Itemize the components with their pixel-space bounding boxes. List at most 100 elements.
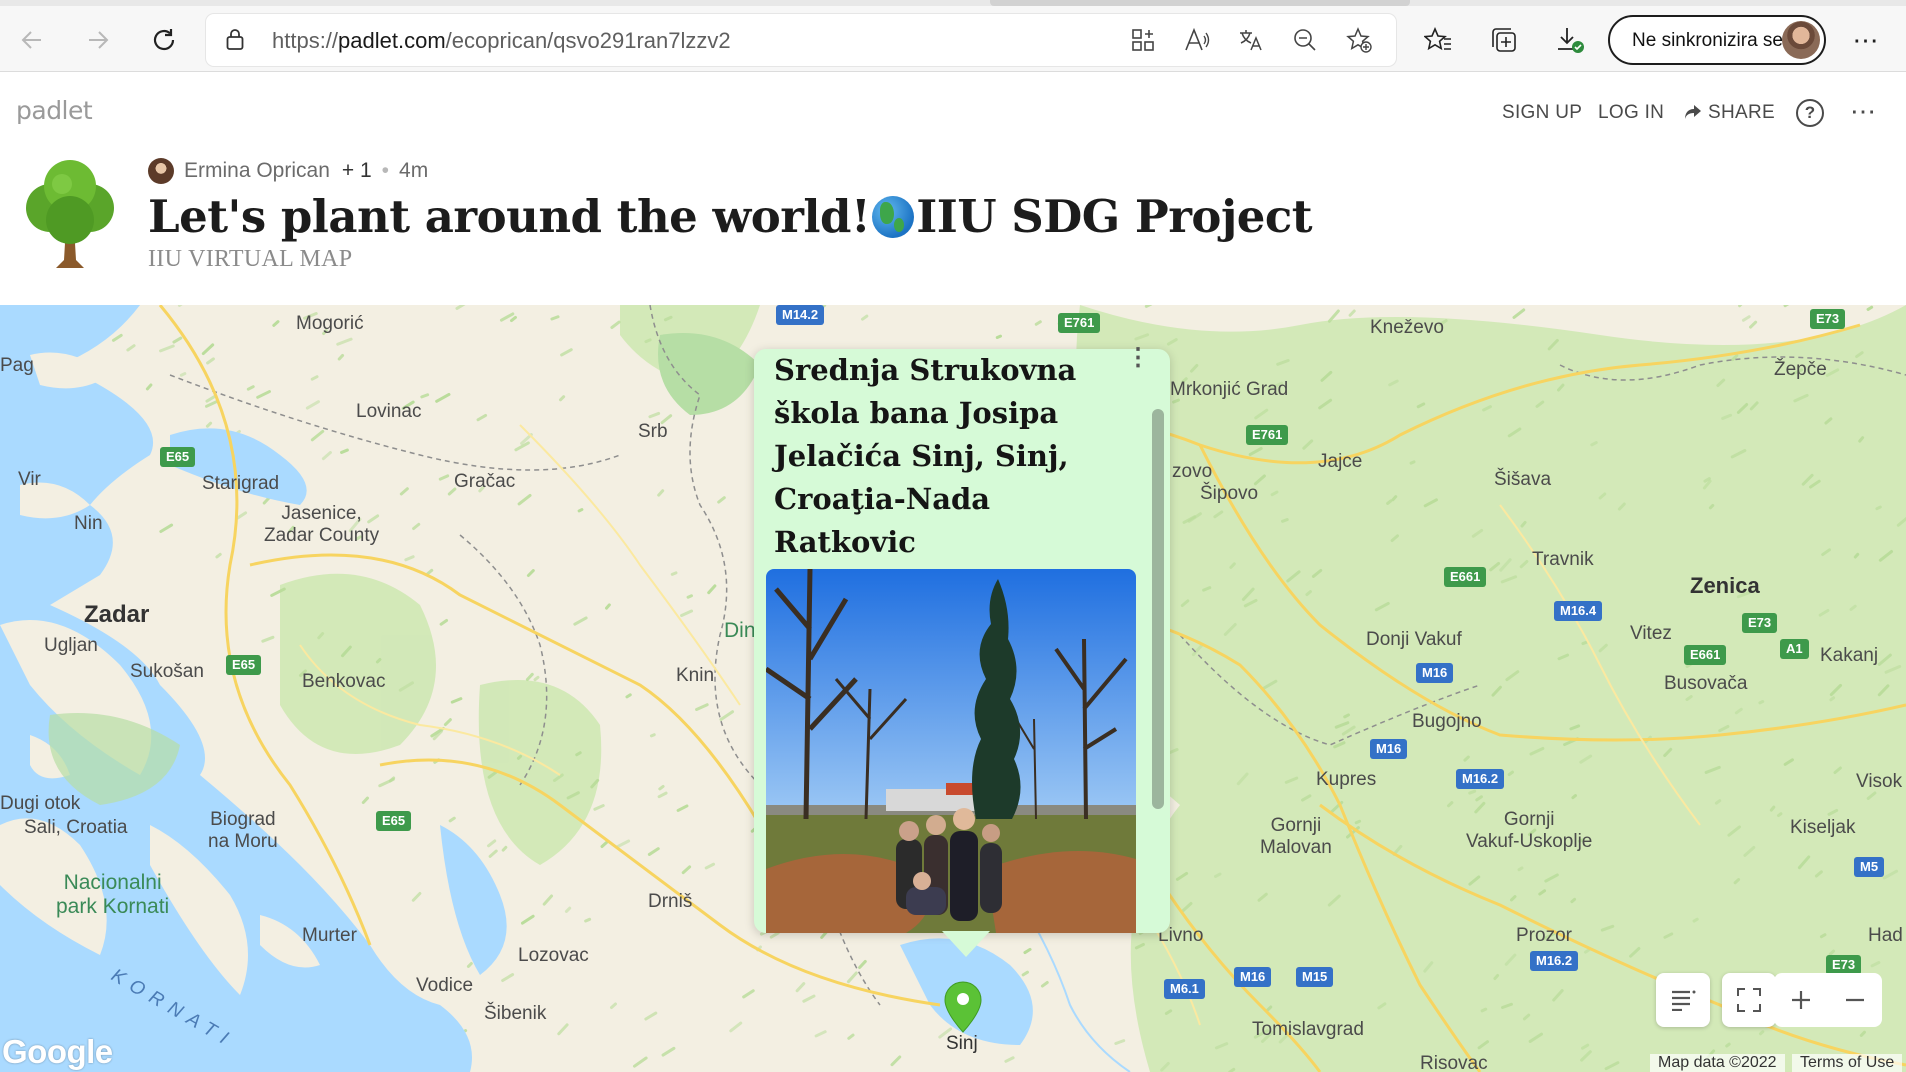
map-label: Šišava	[1494, 469, 1552, 490]
route-shield: E761	[1058, 313, 1101, 333]
post-scrollbar[interactable]	[1152, 409, 1164, 809]
map-label: Busovača	[1664, 673, 1748, 694]
map-label: Donji Vakuf	[1366, 629, 1462, 650]
map-label: Starigrad	[202, 473, 280, 494]
map-label: Zenica	[1690, 573, 1760, 598]
map-label: Knin	[676, 665, 715, 686]
route-shield: M16.2	[1530, 951, 1579, 971]
map-label: Lozovac	[518, 945, 589, 966]
read-aloud-icon[interactable]	[1182, 25, 1212, 55]
map-label: Gornji Malovan	[1260, 815, 1332, 858]
map-label: Kneževo	[1370, 317, 1444, 338]
url-text[interactable]: https://padlet.com/ecoprican/qsvo291ran7…	[272, 28, 731, 54]
globe-icon	[872, 196, 915, 238]
map-label: Mogorić	[296, 313, 364, 334]
map-label: Sukošan	[130, 661, 204, 682]
map-label: Gračac	[454, 471, 516, 492]
author-avatar	[148, 158, 174, 184]
map-label: Risovac	[1420, 1053, 1488, 1072]
minus-icon	[1846, 998, 1864, 1002]
byline: Ermina Oprican + 1 • 4m	[184, 159, 429, 182]
zoom-out-button[interactable]	[1828, 973, 1882, 1027]
share-label: SHARE	[1708, 102, 1775, 123]
map-label: Vir	[18, 469, 41, 490]
post-title[interactable]: Srednja Strukovna škola bana Josipa Jela…	[774, 349, 1114, 564]
apps-icon[interactable]	[1128, 25, 1158, 55]
list-icon	[1672, 990, 1696, 1011]
more-icon[interactable]: ⋯	[1848, 22, 1884, 58]
route-shield: E65	[376, 811, 412, 831]
zoom-out-icon[interactable]	[1290, 25, 1320, 55]
route-shield: A1	[1780, 639, 1809, 659]
map-label: Nin	[74, 513, 103, 534]
post-card[interactable]: Srednja Strukovna škola bana Josipa Jela…	[754, 344, 1170, 933]
map-label: Pag	[0, 355, 34, 376]
map-label: Srb	[638, 421, 668, 442]
map-label: Drniš	[648, 891, 693, 912]
map-label: Biograd na Moru	[208, 809, 278, 852]
collaborator-count[interactable]: + 1	[342, 159, 372, 182]
map-label: Zadar	[84, 601, 150, 628]
map-label: Travnik	[1532, 549, 1594, 570]
add-favorite-icon[interactable]	[1344, 25, 1374, 55]
page-subtitle: IIU VIRTUAL MAP	[148, 246, 353, 272]
route-shield: M16	[1234, 967, 1272, 987]
page-title: Let's plant around the world! IIU SDG Pro…	[148, 190, 1313, 243]
route-shield: M16.4	[1554, 601, 1603, 621]
pin-label: Sinj	[946, 1033, 978, 1054]
forward-icon[interactable]	[80, 22, 116, 58]
profile-sync-button[interactable]: Ne sinkronizira se	[1608, 15, 1826, 65]
collections-icon[interactable]	[1486, 22, 1522, 58]
list-view-button[interactable]	[1656, 973, 1710, 1027]
route-shield: M15	[1296, 967, 1334, 987]
post-menu-icon[interactable]: ⋮	[1126, 343, 1150, 372]
downloads-icon[interactable]	[1552, 22, 1588, 58]
share-icon	[1685, 105, 1701, 119]
share-button[interactable]: SHARE	[1684, 102, 1775, 124]
terms-link[interactable]: Terms of Use	[1792, 1054, 1903, 1072]
map-label: Nacionalni park Kornati	[56, 871, 170, 918]
profile-avatar	[1782, 21, 1820, 59]
translate-icon[interactable]	[1236, 25, 1266, 55]
map-label: Visok	[1856, 771, 1903, 792]
route-shield: M6.1	[1164, 979, 1205, 999]
route-shield: E73	[1742, 613, 1778, 633]
map-label: Šipovo	[1200, 483, 1259, 504]
sign-up-link[interactable]: SIGN UP	[1502, 102, 1582, 124]
author-name[interactable]: Ermina Oprican	[184, 159, 330, 182]
post-photo[interactable]	[766, 569, 1136, 933]
map-label: Tomislavgrad	[1252, 1019, 1364, 1040]
post-card-pointer	[942, 931, 990, 957]
route-shield: E661	[1684, 645, 1727, 665]
map-label: Gornji Vakuf-Uskoplje	[1466, 809, 1593, 852]
route-shield: M5	[1854, 857, 1885, 877]
route-shield: E73	[1826, 955, 1862, 975]
refresh-icon[interactable]	[146, 22, 182, 58]
zoom-in-button[interactable]	[1774, 973, 1828, 1027]
map-label: Prozor	[1516, 925, 1572, 946]
map-label: Din	[724, 619, 756, 642]
back-icon[interactable]	[14, 22, 50, 58]
tree-icon	[26, 160, 114, 268]
padlet-more-icon[interactable]: ⋯	[1850, 96, 1876, 127]
address-bar[interactable]: https://padlet.com/ecoprican/qsvo291ran7…	[206, 14, 1396, 66]
lock-icon[interactable]	[226, 28, 244, 50]
route-shield: M16	[1416, 663, 1454, 683]
map-label: Vodice	[416, 975, 474, 996]
route-shield: E661	[1444, 567, 1487, 587]
log-in-link[interactable]: LOG IN	[1598, 102, 1664, 124]
favorites-icon[interactable]	[1420, 22, 1456, 58]
fullscreen-button[interactable]	[1722, 973, 1776, 1027]
help-icon[interactable]: ?	[1796, 99, 1824, 127]
route-shield: M16.2	[1456, 769, 1505, 789]
padlet-logo[interactable]: padlet	[16, 96, 93, 125]
map-label: Kupres	[1316, 769, 1377, 790]
map-label: Sali, Croatia	[24, 817, 128, 838]
map-data-attribution[interactable]: Map data ©2022	[1650, 1054, 1785, 1072]
map-pin-icon[interactable]	[944, 981, 982, 1033]
map-label: Ugljan	[44, 635, 98, 656]
profile-label: Ne sinkronizira se	[1632, 30, 1783, 51]
map-view[interactable]: Mogorić Lovinac Pag Starigrad Gračac Vir…	[0, 305, 1906, 1072]
timestamp: 4m	[399, 159, 429, 182]
route-shield: E65	[160, 447, 196, 467]
